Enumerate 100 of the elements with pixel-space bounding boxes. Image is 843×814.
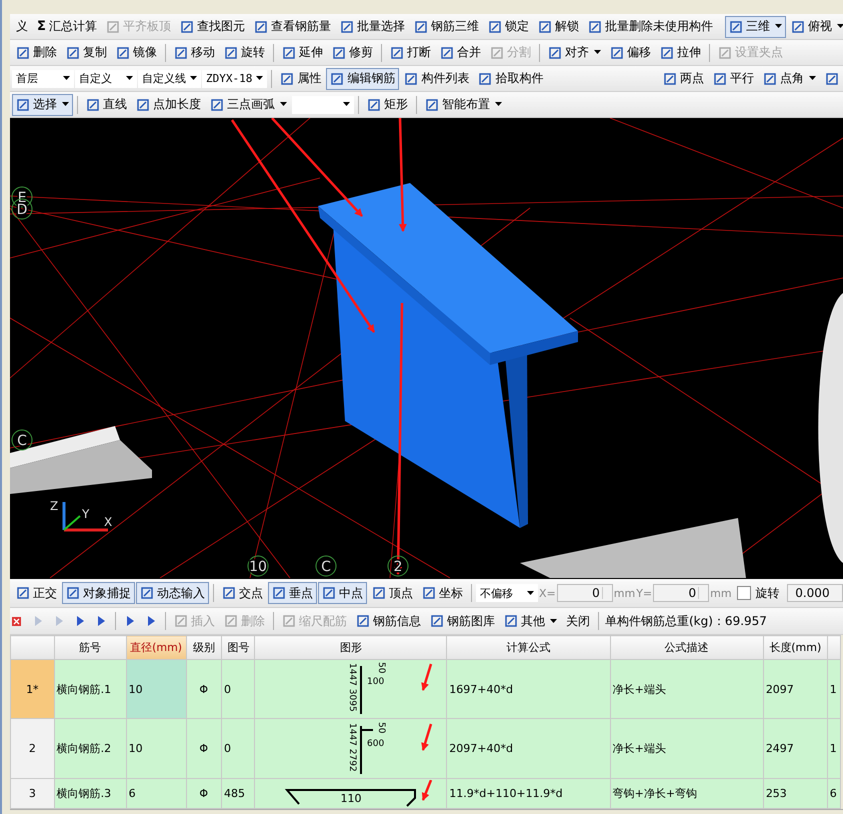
- toolbar-button[interactable]: 中点: [318, 582, 367, 604]
- toolbar-button[interactable]: 义: [12, 16, 32, 38]
- tool-icon: [425, 98, 439, 112]
- toolbar-button[interactable]: 对齐: [544, 42, 605, 64]
- tool-icon: [16, 46, 30, 60]
- dropdown-field[interactable]: ZDYX-18: [202, 70, 268, 88]
- toolbar-button[interactable]: 坐标: [418, 582, 467, 604]
- tool-icon: [330, 72, 344, 86]
- tool-icon: [713, 72, 727, 86]
- dropdown-field[interactable]: 首层: [12, 70, 74, 88]
- toolbar-button[interactable]: 智能布置: [421, 94, 506, 116]
- tool-icon: [763, 72, 777, 86]
- toolbar-button[interactable]: 合并: [436, 42, 485, 64]
- toolbar-button[interactable]: 两点: [659, 68, 708, 90]
- row-header[interactable]: 3: [10, 778, 54, 808]
- toolbar-button[interactable]: 构件列表: [400, 68, 474, 90]
- field-label: X=: [539, 586, 556, 600]
- toolbar-button[interactable]: 钢筋图库: [426, 610, 499, 632]
- toolbar-button[interactable]: 偏移: [606, 42, 655, 64]
- column-header[interactable]: 长度(mm): [763, 636, 828, 660]
- toolbar-button[interactable]: 修剪: [328, 42, 377, 64]
- dropdown-field[interactable]: [292, 96, 354, 114]
- tool-icon: [728, 20, 743, 34]
- toolbar-button[interactable]: 镜像: [112, 42, 161, 64]
- toolbar-button[interactable]: 垂点: [268, 582, 317, 604]
- row-header[interactable]: 2: [10, 718, 54, 778]
- toolbar-button[interactable]: 查找图元: [176, 16, 249, 38]
- toolbar-button[interactable]: 三维: [724, 16, 786, 38]
- toolbar-button[interactable]: 钢筋信息: [352, 610, 425, 632]
- table-cell: 净长+端头: [610, 718, 764, 778]
- tool-icon: [356, 614, 370, 628]
- toolbar-button[interactable]: 拉伸: [656, 42, 705, 64]
- column-header[interactable]: 直径(mm): [126, 636, 186, 660]
- tool-icon: [718, 46, 732, 60]
- toolbar-button[interactable]: 旋转: [220, 42, 269, 64]
- column-header[interactable]: 级别: [186, 636, 222, 660]
- toolbar-button[interactable]: 正交: [12, 582, 61, 604]
- tool-icon: [116, 46, 130, 60]
- toolbar-button[interactable]: 其他: [500, 610, 561, 632]
- tool-icon: [790, 20, 805, 34]
- toolbar-button[interactable]: 属性: [276, 68, 326, 90]
- table-cell: 横向钢筋.2: [54, 718, 126, 778]
- toolbar-button[interactable]: 删除: [12, 42, 61, 64]
- table-cell: Φ: [186, 718, 222, 778]
- tool-icon: [224, 46, 238, 60]
- toolbar-button[interactable]: 批量选择: [336, 16, 409, 38]
- toolbar-button[interactable]: 延伸: [278, 42, 327, 64]
- dropdown-field[interactable]: 自定义线: [138, 70, 201, 88]
- toolbar-button[interactable]: 交点: [218, 582, 267, 604]
- toolbar-button[interactable]: 打断: [386, 42, 435, 64]
- toolbar-button[interactable]: 动态输入: [136, 582, 209, 604]
- toolbar-button[interactable]: 编辑钢筋: [326, 68, 400, 90]
- toolbar-button[interactable]: 矩形: [363, 94, 412, 116]
- dropdown-field[interactable]: 自定义: [75, 70, 137, 88]
- table-cell: 净长+端头: [610, 660, 764, 718]
- table-cell: 0: [222, 660, 255, 718]
- row-header[interactable]: 1*: [10, 660, 54, 718]
- table-cell: 横向钢筋.1: [54, 660, 126, 718]
- column-header[interactable]: 计算公式: [446, 636, 610, 660]
- total-weight-text: 单构件钢筋总重(kg)：69.957: [605, 612, 767, 630]
- dropdown-field[interactable]: 不偏移: [476, 584, 538, 602]
- checkbox[interactable]: [736, 586, 751, 600]
- toolbar-button[interactable]: 批量删除未使用构件: [584, 16, 717, 38]
- toolbar-button[interactable]: 钢筋三维: [410, 16, 483, 38]
- toolbar-button[interactable]: 点角: [759, 68, 820, 90]
- toolbar-button[interactable]: 解锁: [534, 16, 583, 38]
- tool-icon: [367, 98, 381, 112]
- close-icon[interactable]: [12, 616, 21, 626]
- toolbar-button[interactable]: Σ 汇总计算: [33, 16, 101, 38]
- toolbar-button[interactable]: 点加长度: [132, 94, 205, 116]
- toolbar-button[interactable]: 移动: [170, 42, 219, 64]
- toolbar-button[interactable]: 拾取构件: [474, 68, 548, 90]
- tool-icon: [372, 586, 386, 600]
- toolbar-button[interactable]: 关闭: [562, 610, 594, 632]
- toolbar-button[interactable]: 对象捕捉: [62, 582, 135, 604]
- column-header[interactable]: 图号: [222, 636, 255, 660]
- column-header[interactable]: 图形: [254, 636, 447, 660]
- tool-icon: [254, 20, 268, 34]
- column-header[interactable]: 筋号: [54, 636, 126, 660]
- toolbar-button[interactable]: 平行: [709, 68, 758, 90]
- toolbar-button[interactable]: 直线: [82, 94, 131, 116]
- table-cell: 2097+40*d: [446, 718, 610, 778]
- tool-icon: [180, 20, 194, 34]
- column-header[interactable]: 公式描述: [610, 636, 764, 660]
- toolbar-button[interactable]: 锁定: [484, 16, 533, 38]
- caret-icon: [527, 590, 534, 596]
- toolbar-button[interactable]: 复制: [62, 42, 111, 64]
- toolbar-button[interactable]: 三点画弧: [206, 94, 291, 116]
- table-cell: 1: [827, 718, 840, 778]
- number-field[interactable]: 0.000: [786, 584, 843, 602]
- toolbar-button[interactable]: 查看钢筋量: [250, 16, 335, 38]
- number-field[interactable]: 0: [653, 584, 710, 602]
- number-field[interactable]: 0: [556, 584, 613, 602]
- pointer-arrow: [422, 780, 433, 800]
- tool-icon: [825, 72, 839, 86]
- table-cell: Φ: [186, 660, 222, 718]
- tool-icon: [548, 46, 562, 60]
- toolbar-button[interactable]: 顶点: [368, 582, 417, 604]
- toolbar-button[interactable]: 俯视: [786, 16, 843, 38]
- toolbar-button[interactable]: 选择: [12, 94, 73, 116]
